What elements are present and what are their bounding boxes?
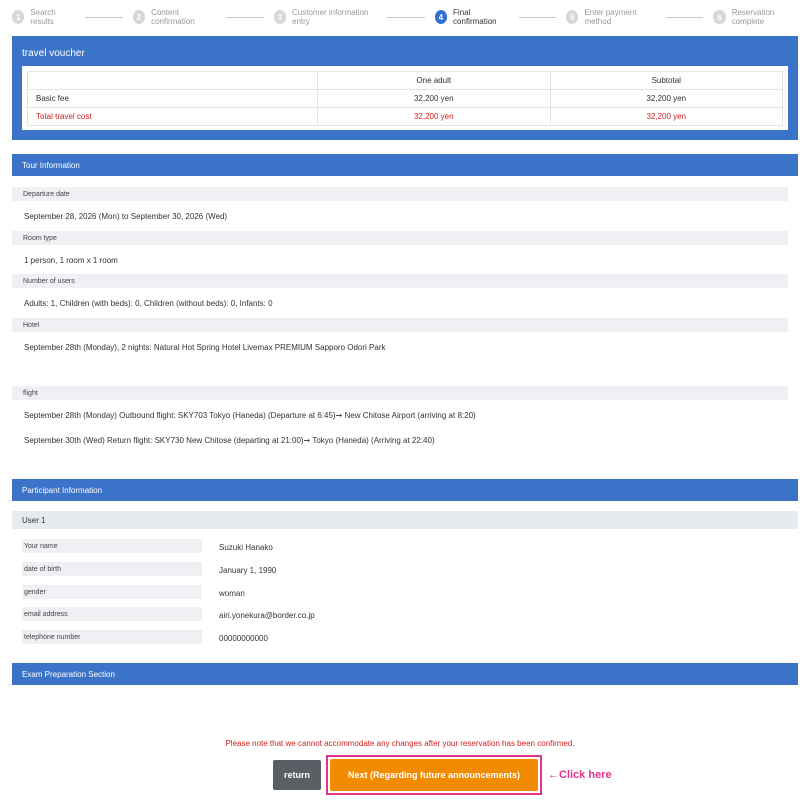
total-cost-subtotal: 32,200 yen bbox=[549, 107, 783, 126]
step-2: 2 Content confirmation bbox=[132, 8, 217, 26]
step-connector bbox=[387, 16, 425, 18]
return-flight-value: September 30th (Wed) Return flight: SKY7… bbox=[24, 436, 435, 445]
basic-fee-label: Basic fee bbox=[27, 89, 318, 108]
step-4: 4 Final confirmation bbox=[434, 8, 509, 26]
next-button[interactable]: Next (Regarding future announcements) bbox=[330, 759, 538, 791]
step-6-number: 6 bbox=[713, 10, 726, 24]
name-label: Your name bbox=[22, 539, 202, 553]
step-6-label: Reservation complete bbox=[731, 8, 775, 26]
telephone-label: telephone number bbox=[22, 630, 202, 644]
telephone-value: 00000000000 bbox=[219, 634, 268, 643]
step-2-label: Content confirmation bbox=[151, 8, 195, 26]
dob-label: date of birth bbox=[22, 562, 202, 576]
voucher-table-wrap: One adult Subtotal Basic fee 32,200 yen … bbox=[22, 66, 788, 130]
name-value: Suzuki Hanako bbox=[219, 543, 273, 552]
step-3-label: Customer information entry bbox=[292, 8, 369, 26]
number-of-users-label: Number of users bbox=[12, 274, 788, 288]
exam-preparation-header: Exam Preparation Section bbox=[12, 663, 798, 685]
step-1: 1 Search results bbox=[12, 8, 75, 26]
gender-label: gender bbox=[22, 585, 202, 599]
return-button[interactable]: return bbox=[273, 760, 321, 790]
step-5-label: Enter payment method bbox=[584, 8, 637, 26]
step-1-label: Search results bbox=[30, 8, 56, 26]
hotel-label: Hotel bbox=[12, 318, 788, 332]
email-value: airi.yonekura@border.co.jp bbox=[219, 611, 315, 620]
step-5-number: 5 bbox=[566, 10, 579, 24]
basic-fee-subtotal: 32,200 yen bbox=[549, 89, 783, 108]
step-3: 3 Customer information entry bbox=[273, 8, 378, 26]
outbound-flight-value: September 28th (Monday) Outbound flight:… bbox=[24, 411, 476, 420]
dob-value: January 1, 1990 bbox=[219, 566, 277, 575]
voucher-header-subtotal: Subtotal bbox=[549, 71, 783, 90]
tour-info-header: Tour Information bbox=[12, 154, 798, 176]
participant-info-header: Participant Information bbox=[12, 479, 798, 501]
step-connector bbox=[665, 16, 704, 18]
voucher-row-total: Total travel cost 32,200 yen 32,200 yen bbox=[27, 107, 783, 126]
step-connector bbox=[518, 16, 557, 18]
step-4-label: Final confirmation bbox=[453, 8, 497, 26]
total-cost-adult: 32,200 yen bbox=[317, 107, 551, 126]
total-cost-label: Total travel cost bbox=[27, 107, 318, 126]
email-label: email address bbox=[22, 607, 202, 621]
voucher-header-empty bbox=[27, 71, 318, 90]
room-type-label: Room type bbox=[12, 231, 788, 245]
step-4-number: 4 bbox=[434, 10, 448, 24]
change-notice: Please note that we cannot accommodate a… bbox=[225, 739, 575, 748]
travel-voucher: travel voucher One adult Subtotal Basic … bbox=[12, 36, 798, 140]
step-connector bbox=[226, 16, 264, 18]
voucher-title: travel voucher bbox=[22, 48, 85, 59]
departure-date-value: September 28, 2026 (Mon) to September 30… bbox=[24, 212, 228, 221]
click-here-annotation: ←Click here bbox=[548, 769, 612, 781]
step-1-number: 1 bbox=[12, 10, 25, 24]
voucher-table: One adult Subtotal Basic fee 32,200 yen … bbox=[27, 71, 783, 126]
room-type-value: 1 person, 1 room x 1 room bbox=[24, 256, 118, 265]
user-1-header: User 1 bbox=[12, 511, 798, 529]
hotel-value: September 28th (Monday), 2 nights: Natur… bbox=[24, 343, 386, 352]
step-connector bbox=[85, 16, 123, 18]
voucher-row-basic: Basic fee 32,200 yen 32,200 yen bbox=[27, 89, 783, 108]
step-3-number: 3 bbox=[273, 10, 286, 24]
gender-value: woman bbox=[219, 589, 245, 598]
voucher-header-adult: One adult bbox=[317, 71, 551, 90]
step-2-number: 2 bbox=[132, 10, 146, 24]
voucher-header-row: One adult Subtotal bbox=[27, 71, 783, 90]
basic-fee-adult: 32,200 yen bbox=[317, 89, 551, 108]
number-of-users-value: Adults: 1, Children (with beds): 0, Chil… bbox=[24, 299, 273, 308]
progress-stepper: 1 Search results 2 Content confirmation … bbox=[0, 8, 800, 26]
step-5: 5 Enter payment method bbox=[566, 8, 656, 26]
step-6: 6 Reservation complete bbox=[713, 8, 800, 26]
flight-label: flight bbox=[12, 386, 788, 400]
departure-date-label: Departure date bbox=[12, 187, 788, 201]
